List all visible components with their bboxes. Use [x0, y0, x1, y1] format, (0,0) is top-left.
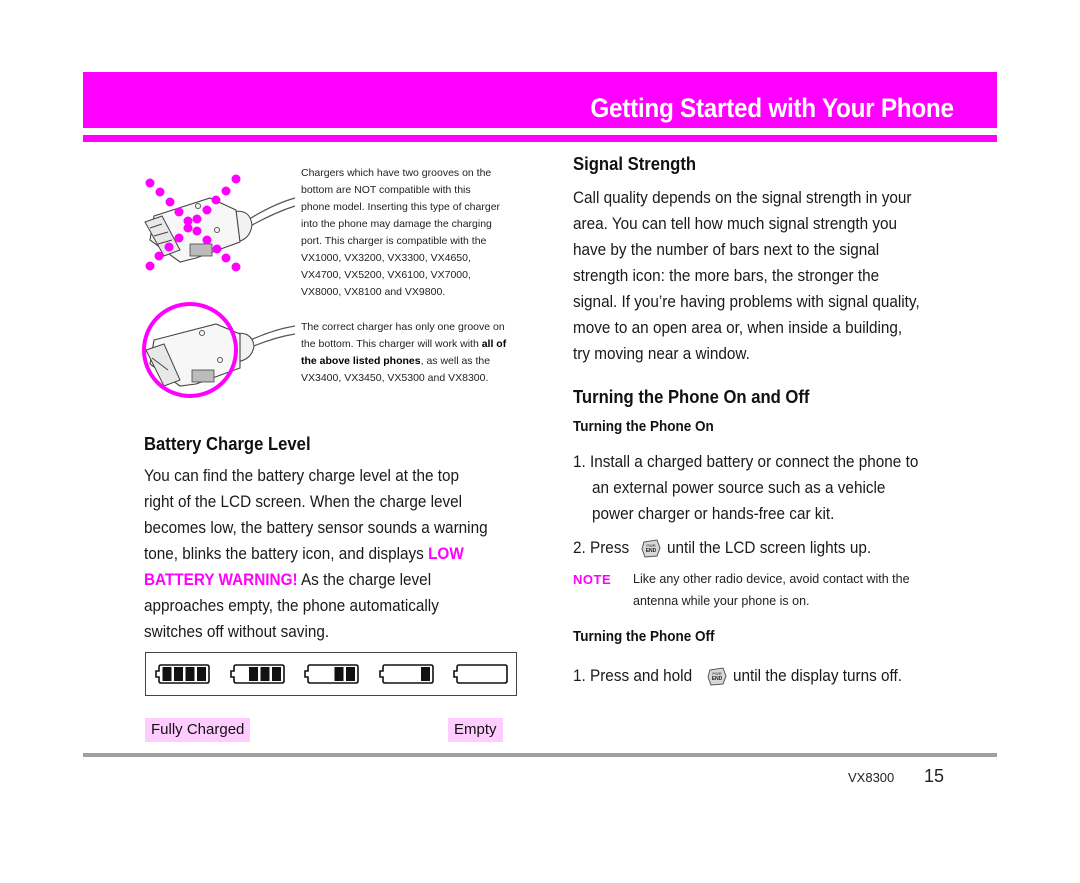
battery-bar	[248, 667, 258, 681]
caption-text: , as well as the	[420, 355, 491, 367]
caption-line: VX1000, VX3200, VX3300, VX4650,	[301, 252, 471, 264]
battery-bar	[346, 667, 355, 681]
battery-icon	[153, 663, 211, 685]
caption-line: phone model. Inserting this type of char…	[301, 201, 501, 213]
signal-heading: Signal Strength	[573, 153, 697, 174]
svg-text:END: END	[712, 676, 723, 682]
paragraph-text: As the charge level	[297, 570, 432, 589]
fully-charged-label: Fully Charged	[145, 718, 251, 742]
caption-line: The correct charger has only one groove …	[301, 321, 505, 333]
paragraph-line: try moving near a window.	[573, 344, 750, 363]
step-line: 2. Press PWR END until the LCD screen lig…	[573, 535, 894, 561]
paragraph-line: You can find the battery charge level at…	[144, 466, 460, 485]
power-on-step-1: 1. Install a charged battery or connect …	[573, 449, 973, 527]
step-text: until the display turns off.	[733, 666, 903, 685]
paragraph-line: approaches empty, the phone automaticall…	[144, 596, 439, 615]
caption-line: port. This charger is compatible with th…	[301, 235, 487, 247]
power-heading: Turning the Phone On and Off	[573, 386, 810, 407]
caption-line: the bottom. This charger will work with …	[301, 336, 526, 353]
caption-line: Chargers which have two grooves on the	[301, 167, 492, 179]
paragraph-text: tone, blinks the battery icon, and displ…	[144, 544, 429, 563]
footer-divider	[83, 753, 997, 757]
pwr-end-key-icon: PWR END	[641, 539, 661, 558]
battery-bar	[334, 667, 344, 681]
paragraph-line: Call quality depends on the signal stren…	[573, 188, 912, 207]
paragraph-line: area. You can tell how much signal stren…	[573, 214, 898, 233]
battery-bar	[271, 667, 281, 681]
step-text: 2. Press	[573, 538, 630, 557]
caption-line: VX8000, VX8100 and VX9800.	[301, 286, 446, 298]
paragraph-line: becomes low, the battery sensor sounds a…	[144, 518, 488, 537]
power-on-step-2: 2. Press PWR END until the LCD screen lig…	[573, 535, 973, 561]
caption-line: into the phone may damage the charging	[301, 218, 492, 230]
footer-model: VX8300	[848, 770, 895, 785]
caption-line: VX3400, VX3450, VX5300 and VX8300.	[301, 372, 489, 384]
note-label: NOTE	[573, 572, 612, 587]
paragraph-line: switches off without saving.	[144, 622, 330, 641]
battery-icon	[302, 663, 360, 685]
page-title: Getting Started with Your Phone	[590, 93, 955, 123]
paragraph-line: tone, blinks the battery icon, and displ…	[144, 541, 464, 567]
battery-bar	[162, 667, 172, 681]
battery-paragraph: You can find the battery charge level at…	[144, 463, 534, 645]
paragraph-line: have by the number of bars next to the s…	[573, 240, 880, 259]
battery-bar	[197, 667, 206, 681]
low-battery-warning-text: LOW	[428, 544, 464, 563]
paragraph-line: signal. If you’re having problems with s…	[573, 292, 920, 311]
caption-emphasis: all of	[481, 338, 507, 350]
step-line: an external power source such as a vehic…	[592, 478, 886, 497]
caption-line: bottom are NOT compatible with this	[301, 184, 471, 196]
power-off-step-1: 1. Press and hold PWR END until the displ…	[573, 663, 973, 689]
caption-line: VX4700, VX5200, VX6100, VX7000,	[301, 269, 471, 281]
step-text: 1. Press and hold	[573, 666, 693, 685]
note-line: Like any other radio device, avoid conta…	[633, 572, 910, 586]
battery-bar	[420, 667, 430, 681]
charger-two-grooves-crossed-icon	[140, 170, 300, 280]
caption-text: the bottom. This charger will work with	[301, 338, 482, 350]
battery-icon	[451, 663, 509, 685]
charger-one-groove-circled-icon	[140, 300, 300, 410]
caption-line: the above listed phones, as well as the	[301, 353, 526, 370]
battery-bar	[185, 667, 195, 681]
header-divider	[83, 135, 997, 142]
note-text: Like any other radio device, avoid conta…	[633, 568, 973, 612]
battery-levels-strip	[145, 652, 517, 696]
paragraph-line: BATTERY WARNING! As the charge level	[144, 567, 431, 593]
paragraph-line: move to an open area or, when inside a b…	[573, 318, 903, 337]
battery-bar	[260, 667, 269, 681]
step-line: power charger or hands-free car kit.	[592, 504, 835, 523]
power-off-heading: Turning the Phone Off	[573, 628, 715, 645]
paragraph-line: strength icon: the more bars, the strong…	[573, 266, 880, 285]
pwr-end-key-icon: PWR END	[707, 667, 727, 686]
battery-icon	[377, 663, 435, 685]
svg-text:END: END	[646, 548, 657, 554]
battery-heading: Battery Charge Level	[144, 433, 311, 454]
caption-emphasis: the above listed phones	[301, 355, 421, 367]
battery-bar	[174, 667, 183, 681]
correct-charger-caption: The correct charger has only one groove …	[301, 319, 526, 387]
battery-outline	[453, 664, 508, 684]
empty-label: Empty	[448, 718, 503, 742]
step-line: 1. Press and hold PWR END until the displ…	[573, 666, 921, 686]
paragraph-line: right of the LCD screen. When the charge…	[144, 492, 463, 511]
incompatible-charger-caption: Chargers which have two grooves on the b…	[301, 165, 526, 301]
note-line: antenna while your phone is on.	[633, 594, 810, 608]
page-number: 15	[924, 766, 945, 786]
battery-icon	[228, 663, 286, 685]
step-line: 1. Install a charged battery or connect …	[573, 452, 919, 471]
step-text: until the LCD screen lights up.	[667, 538, 872, 557]
low-battery-warning-text: BATTERY WARNING!	[144, 570, 298, 589]
signal-paragraph: Call quality depends on the signal stren…	[573, 185, 973, 367]
power-on-heading: Turning the Phone On	[573, 418, 714, 435]
